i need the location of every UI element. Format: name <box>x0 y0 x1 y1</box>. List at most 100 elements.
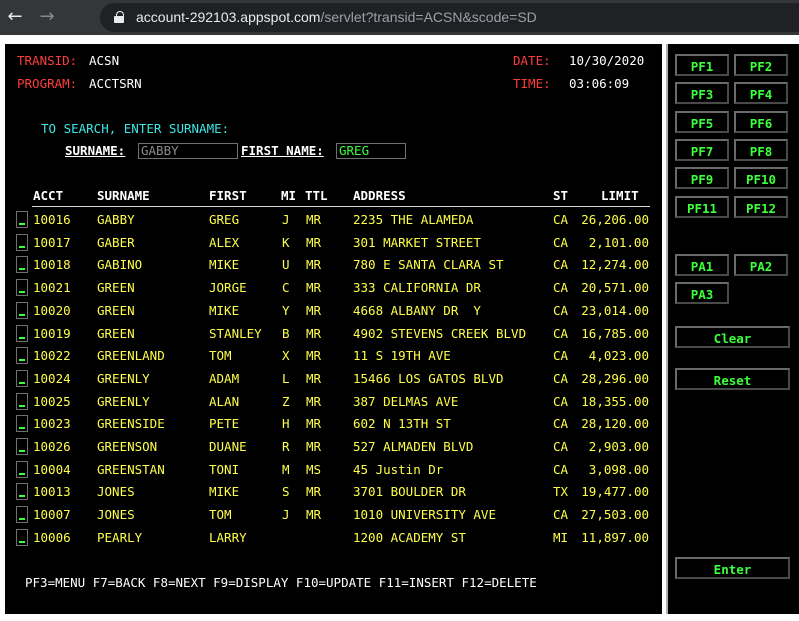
table-row: 10006 PEARLY LARRY 1200 ACADEMY ST MI 11,897.… <box>5 528 662 548</box>
ttl-cell: MR <box>306 348 322 364</box>
address-cell: 780 E SANTA CLARA ST <box>353 257 504 273</box>
firstname-input[interactable] <box>336 143 406 159</box>
pa-key-3[interactable]: PA3 <box>675 282 729 304</box>
forward-arrow-icon[interactable]: → <box>34 4 60 30</box>
pf-key-5[interactable]: PF5 <box>675 110 729 133</box>
mi-cell: J <box>282 212 290 227</box>
limit-cell: 28,296.00 <box>581 370 649 386</box>
row-select-field[interactable] <box>16 369 28 387</box>
acct-cell: 10017 <box>33 234 71 250</box>
row-select-field[interactable] <box>16 256 28 274</box>
first-cell: TOM <box>209 348 232 364</box>
table-row: 10022 GREENLAND TOM X MR 11 S 19TH AVE CA 4,023… <box>5 346 662 366</box>
pf-key-9[interactable]: PF9 <box>675 167 729 190</box>
col-header-address: ADDRESS <box>353 188 406 203</box>
first-cell: MIKE <box>209 484 240 500</box>
row-select-field[interactable] <box>16 347 28 365</box>
firstname-label: FIRST NAME: <box>241 143 324 158</box>
table-row: 10018 GABINO MIKE U MR 780 E SANTA CLARA ST CA… <box>5 255 662 275</box>
col-header-limit: LIMIT <box>601 188 639 203</box>
pf-key-6[interactable]: PF6 <box>734 110 788 133</box>
ttl-cell: MR <box>306 439 322 454</box>
date-value: 10/30/2020 <box>569 53 645 68</box>
acct-cell: 10007 <box>33 507 71 523</box>
pf-key-10[interactable]: PF10 <box>734 167 788 190</box>
surname-cell: GREEN <box>97 325 135 341</box>
pf-key-8[interactable]: PF8 <box>734 138 788 161</box>
program-label: PROGRAM: <box>17 76 78 91</box>
table-row: 10021 GREEN JORGE C MR 333 CALIFORNIA DR CA 20,… <box>5 278 662 298</box>
browser-toolbar: ← → account-292103.appspot.com/servlet?t… <box>0 0 799 35</box>
row-select-field[interactable] <box>16 528 28 546</box>
mi-cell: M <box>282 461 290 477</box>
first-cell: JORGE <box>209 280 247 296</box>
program-value: ACCTSRN <box>89 76 142 91</box>
clear-button[interactable]: Clear <box>675 326 790 348</box>
surname-cell: GABINO <box>97 257 143 273</box>
ttl-cell: MR <box>306 234 322 250</box>
acct-cell: 10006 <box>33 529 71 545</box>
surname-input[interactable] <box>138 143 238 159</box>
mi-cell: H <box>282 416 290 432</box>
transid-label: TRANSID: <box>17 53 78 68</box>
col-header-st: ST <box>553 188 569 203</box>
acct-cell: 10022 <box>33 348 71 364</box>
pf-key-4[interactable]: PF4 <box>734 82 788 105</box>
surname-label: SURNAME: <box>65 143 126 158</box>
pf-key-2[interactable]: PF2 <box>734 54 788 76</box>
row-select-field[interactable] <box>16 460 28 478</box>
ttl-cell: MS <box>306 461 322 477</box>
acct-cell: 10004 <box>33 461 71 477</box>
surname-cell: GREENLAND <box>97 348 165 364</box>
first-cell: ALAN <box>209 393 240 409</box>
reset-button[interactable]: Reset <box>675 368 790 390</box>
search-instruction: TO SEARCH, ENTER SURNAME: <box>41 121 230 136</box>
col-header-first: FIRST <box>209 188 247 203</box>
row-select-field[interactable] <box>16 506 28 524</box>
pf-key-12[interactable]: PF12 <box>734 195 788 218</box>
mi-cell: J <box>282 507 290 523</box>
pf-key-1[interactable]: PF1 <box>675 54 729 76</box>
pa-key-2[interactable]: PA2 <box>734 254 788 276</box>
row-select-field[interactable] <box>16 483 28 501</box>
address-bar[interactable]: account-292103.appspot.com/servlet?trans… <box>100 3 799 32</box>
limit-cell: 12,274.00 <box>581 257 649 273</box>
enter-button[interactable]: Enter <box>675 557 790 579</box>
row-select-field[interactable] <box>16 301 28 319</box>
table-row: 10020 GREEN MIKE Y MR 4668 ALBANY DR Y CA 23,01… <box>5 301 662 321</box>
back-arrow-icon[interactable]: ← <box>2 4 28 30</box>
row-select-field[interactable] <box>16 279 28 297</box>
ttl-cell: MR <box>306 280 322 296</box>
ttl-cell: MR <box>306 507 322 523</box>
url-text: account-292103.appspot.com/servlet?trans… <box>136 3 537 32</box>
table-row: 10019 GREEN STANLEY B MR 4902 STEVENS CREEK B… <box>5 324 662 344</box>
address-cell: 1010 UNIVERSITY AVE <box>353 507 496 523</box>
row-select-field[interactable] <box>16 392 28 410</box>
address-cell: 2235 THE ALAMEDA <box>353 212 474 227</box>
acct-cell: 10025 <box>33 393 71 409</box>
acct-cell: 10024 <box>33 370 71 386</box>
first-cell: LARRY <box>209 529 247 545</box>
terminal-screen: TRANSID: ACSN PROGRAM: ACCTSRN DATE: 10/… <box>5 44 662 614</box>
mi-cell: K <box>282 234 290 250</box>
pf-key-7[interactable]: PF7 <box>675 138 729 161</box>
address-cell: 1200 ACADEMY ST <box>353 529 466 545</box>
limit-cell: 23,014.00 <box>581 302 649 318</box>
mi-cell: Y <box>282 302 290 318</box>
row-select-field[interactable] <box>16 211 28 228</box>
first-cell: ADAM <box>209 370 240 386</box>
row-select-field[interactable] <box>16 415 28 433</box>
pa-key-1[interactable]: PA1 <box>675 254 729 276</box>
row-select-field[interactable] <box>16 324 28 342</box>
lock-icon <box>114 11 124 23</box>
row-select-field[interactable] <box>16 438 28 455</box>
col-header-ttl: TTL <box>305 188 328 203</box>
col-header-mi: MI <box>281 188 297 203</box>
table-row: 10026 GREENSON DUANE R MR 527 ALMADEN BLVD CA 2… <box>5 437 662 457</box>
table-row: 10017 GABER ALEX K MR 301 MARKET STREET CA 2,10… <box>5 233 662 253</box>
mi-cell: U <box>282 257 290 273</box>
table-row: 10013 JONES MIKE S MR 3701 BOULDER DR TX 19,477… <box>5 482 662 502</box>
pf-key-3[interactable]: PF3 <box>675 82 729 105</box>
pf-key-11[interactable]: PF11 <box>675 195 729 218</box>
row-select-field[interactable] <box>16 233 28 251</box>
